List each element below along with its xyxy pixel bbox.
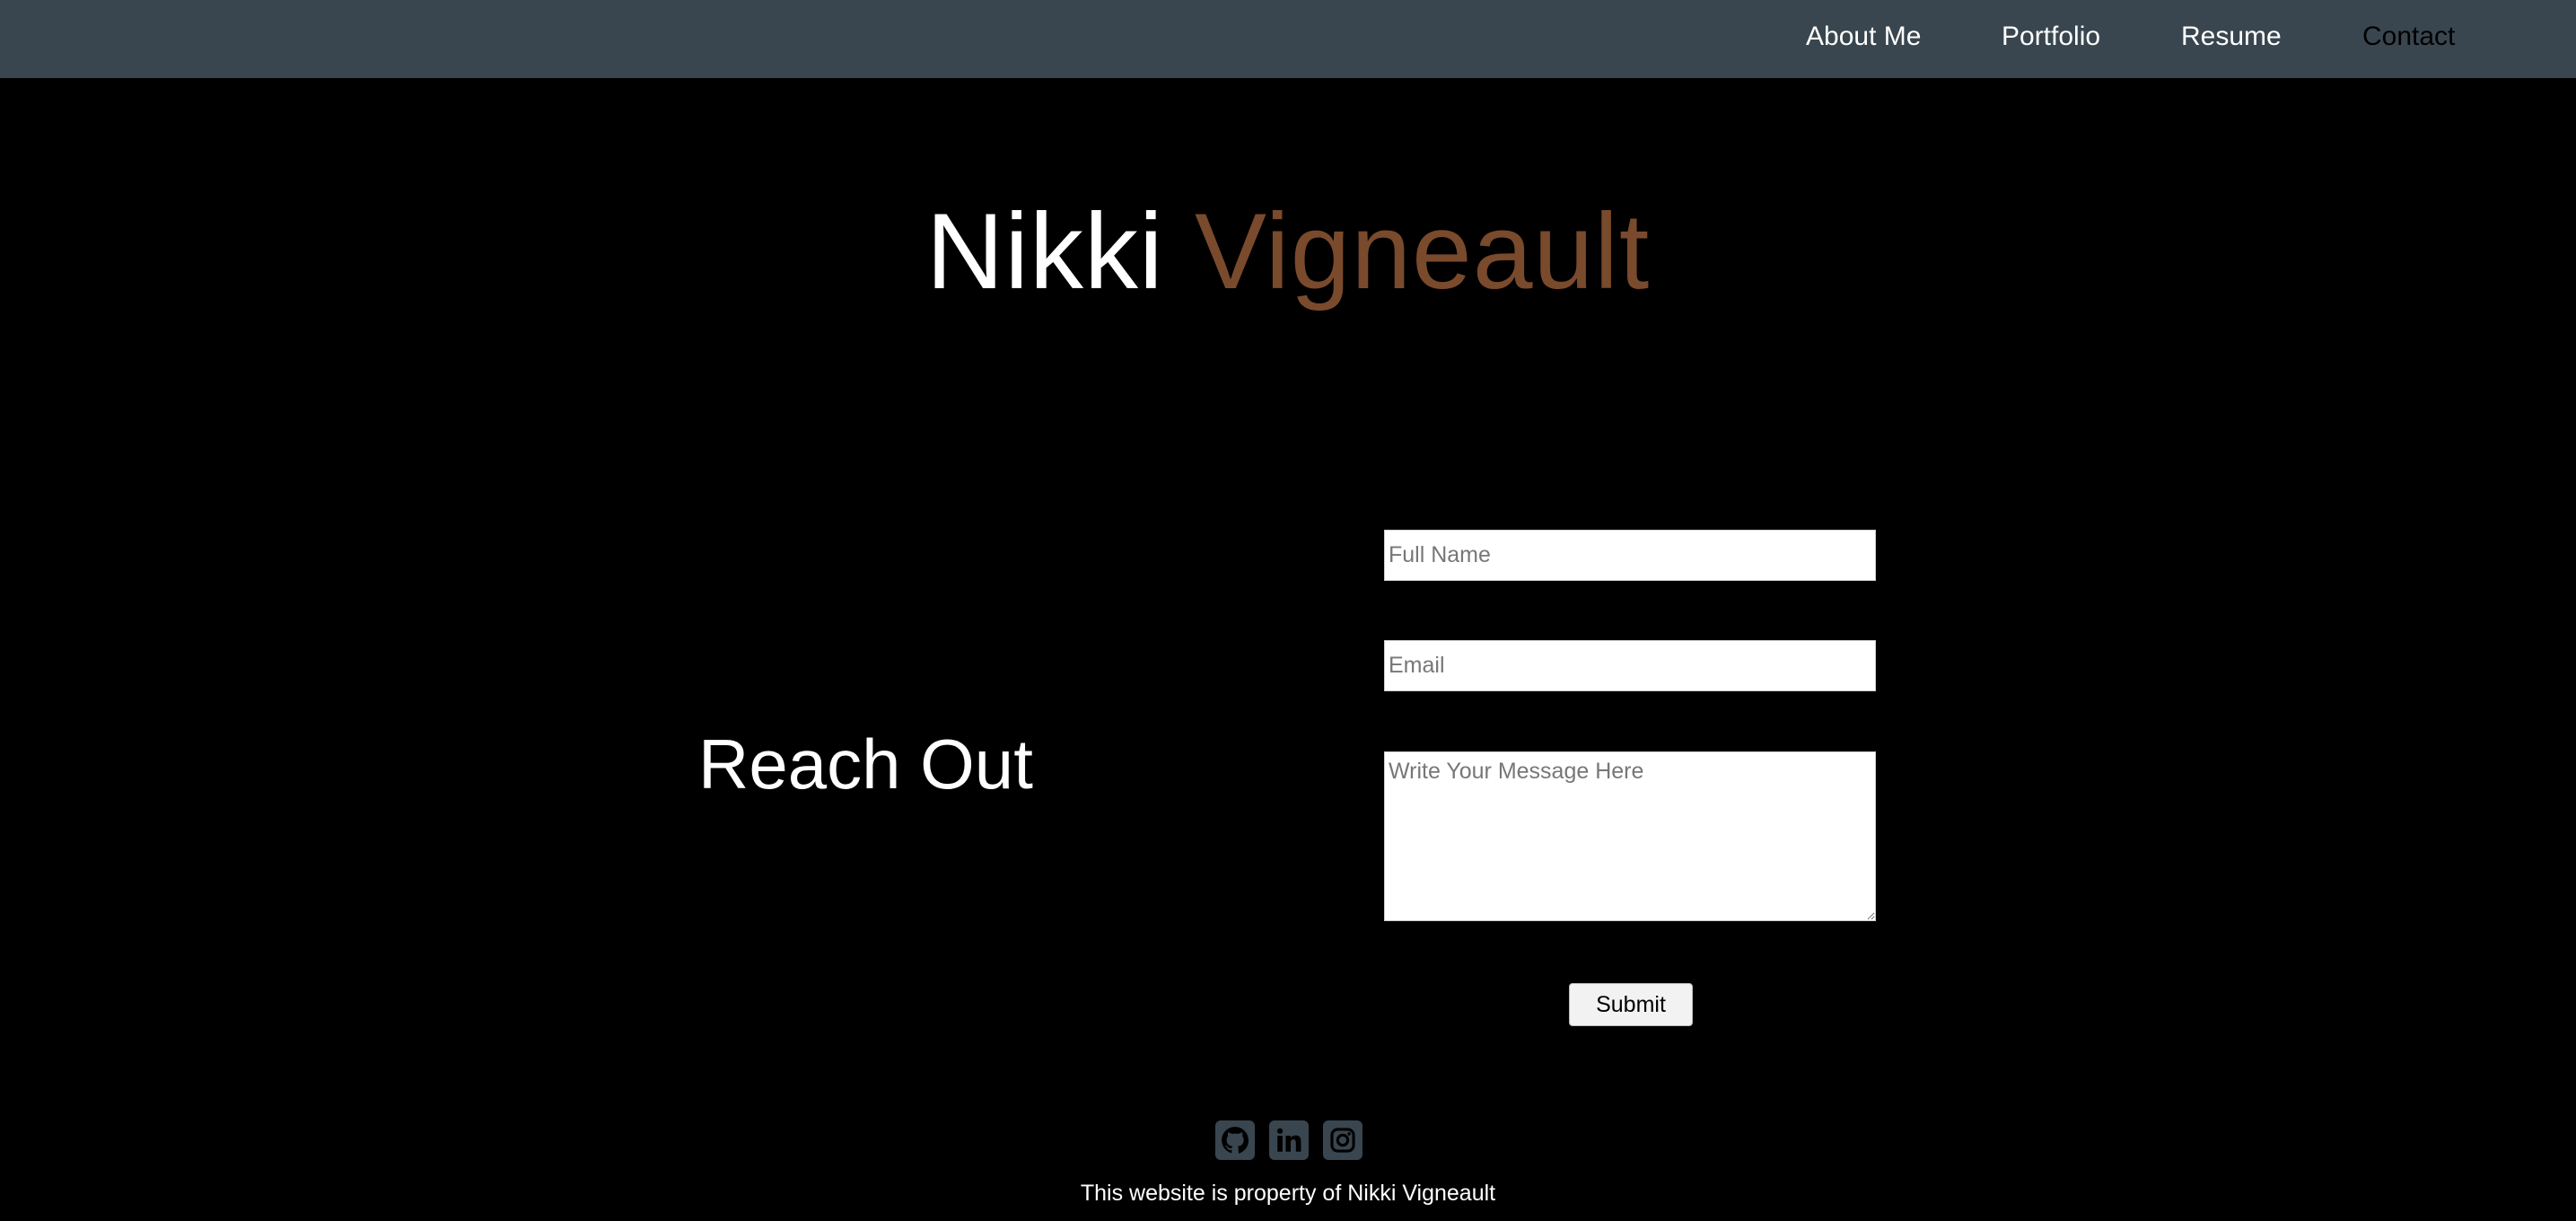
full-name-input[interactable] <box>1384 530 1876 581</box>
github-icon <box>1222 1127 1249 1154</box>
footer-copyright: This website is property of Nikki Vignea… <box>1080 1181 1496 1206</box>
nav-link-contact[interactable]: Contact <box>2362 20 2455 54</box>
nav-link-portfolio[interactable]: Portfolio <box>2002 20 2100 54</box>
instagram-icon <box>1330 1128 1355 1153</box>
site-title-last-name: Vigneault <box>1195 191 1651 312</box>
message-textarea[interactable] <box>1384 751 1876 921</box>
site-title: Nikki Vigneault <box>0 189 2576 314</box>
contact-page: About Me Portfolio Resume Contact Nikki … <box>0 0 2576 1221</box>
instagram-link[interactable] <box>1323 1120 1362 1160</box>
nav-link-about-me[interactable]: About Me <box>1806 20 1921 54</box>
site-title-first-name: Nikki <box>925 191 1164 312</box>
submit-button[interactable]: Submit <box>1569 983 1693 1026</box>
linkedin-icon <box>1276 1128 1301 1152</box>
linkedin-link[interactable] <box>1269 1120 1309 1160</box>
github-link[interactable] <box>1215 1120 1255 1160</box>
reach-out-heading: Reach Out <box>698 725 1033 804</box>
nav-link-resume[interactable]: Resume <box>2181 20 2282 54</box>
top-navbar: About Me Portfolio Resume Contact <box>0 0 2576 78</box>
email-input[interactable] <box>1384 640 1876 691</box>
